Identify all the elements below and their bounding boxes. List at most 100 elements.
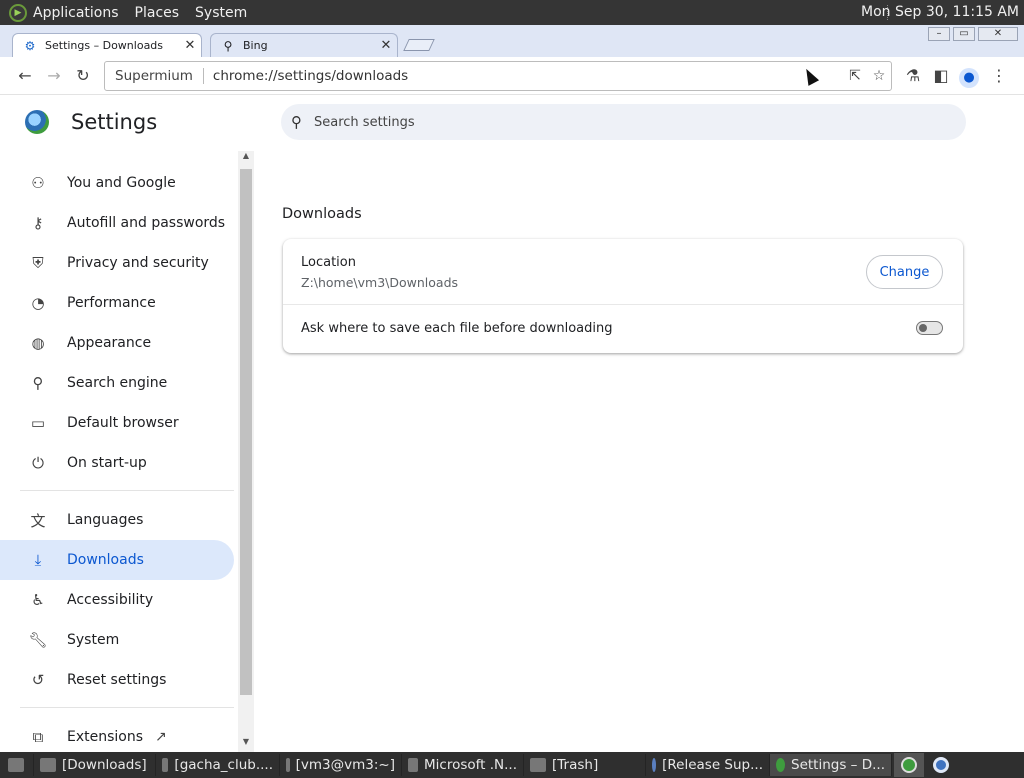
sidebar-scrollbar[interactable]: ▲ ▼ [238, 151, 254, 752]
task-microsoft-net[interactable]: Microsoft .N... [402, 754, 524, 776]
search-icon: ⚲ [291, 113, 302, 131]
sidebar-item-label: Autofill and passwords [67, 215, 226, 231]
sidebar-item-reset-settings[interactable]: ↺ Reset settings [0, 660, 234, 700]
sidebar-item-label: Downloads [67, 552, 144, 568]
folder-icon [162, 758, 169, 772]
sidebar-item-extensions[interactable]: ⧉ Extensions ↗ [0, 717, 234, 752]
task-gacha-club[interactable]: [gacha_club.... [156, 754, 280, 776]
sidebar-divider [20, 707, 234, 708]
tray-browser-icon[interactable] [926, 753, 956, 777]
show-desktop-button[interactable] [0, 754, 34, 776]
sidebar-item-label: Appearance [67, 335, 152, 351]
sidebar-item-label: Accessibility [67, 592, 154, 608]
sidebar-item-label: Extensions [67, 729, 144, 745]
accessibility-icon: ♿ [31, 591, 45, 609]
task-trash[interactable]: [Trash] [524, 754, 646, 776]
applications-logo-icon[interactable]: ▶ [9, 3, 27, 22]
menu-system[interactable]: System [195, 5, 247, 21]
palette-icon: ◍ [31, 334, 45, 352]
sidebar-item-autofill[interactable]: ⚷ Autofill and passwords [0, 203, 234, 243]
url-text[interactable]: chrome://settings/downloads [204, 68, 843, 84]
sidebar-item-appearance[interactable]: ◍ Appearance [0, 323, 234, 363]
translate-icon: 文 [30, 511, 46, 530]
new-tab-button[interactable] [403, 39, 435, 51]
close-icon[interactable]: ✕ [179, 38, 201, 53]
clock[interactable]: Mon Sep 30, 11:15 AM [861, 4, 1019, 20]
search-icon: ⚲ [32, 374, 44, 392]
card-divider [283, 304, 963, 305]
search-input[interactable]: ⚲ Search settings [281, 104, 966, 140]
tab-settings[interactable]: ⚙ Settings – Downloads ✕ [12, 33, 202, 57]
more-menu-icon[interactable]: ⋮ [988, 65, 1010, 87]
settings-main: Downloads Location Z:\home\vm3\Downloads… [260, 151, 1024, 752]
shield-icon: ⛨ [32, 254, 44, 272]
browser-window: ⚙ Settings – Downloads ✕ ⚲ Bing ✕ – ▭ ✕ … [0, 25, 1024, 752]
sidebar-item-default-browser[interactable]: ▭ Default browser [0, 403, 234, 443]
ask-where-toggle[interactable] [916, 321, 943, 335]
minimize-button[interactable]: – [928, 27, 950, 41]
forward-button[interactable]: → [43, 65, 65, 87]
installer-icon [408, 758, 418, 772]
tab-strip: ⚙ Settings – Downloads ✕ ⚲ Bing ✕ – ▭ ✕ [0, 25, 1024, 57]
gear-icon: ⚙ [24, 38, 36, 53]
power-icon: ⏻ [32, 454, 44, 472]
labs-flask-icon[interactable]: ⚗ [902, 65, 924, 87]
scrollbar-thumb[interactable] [240, 169, 252, 695]
sidebar-item-languages[interactable]: 文 Languages [0, 500, 234, 540]
browser-icon [652, 758, 657, 772]
sidebar-item-system[interactable]: 🔧︎ System [0, 620, 234, 660]
profile-avatar[interactable]: ● [958, 65, 980, 88]
share-icon[interactable]: ⇱ [843, 68, 867, 84]
address-bar[interactable]: Supermium chrome://settings/downloads ⇱ … [104, 61, 892, 91]
settings-page: Settings ⚲ Search settings ⚇ You and Goo… [0, 95, 1024, 752]
sidebar-item-performance[interactable]: ◔ Performance [0, 283, 234, 323]
scroll-down-icon[interactable]: ▼ [238, 737, 254, 751]
sidebar-item-privacy[interactable]: ⛨ Privacy and security [0, 243, 234, 283]
task-release-supermium[interactable]: [Release Sup... [646, 754, 770, 776]
downloads-card: Location Z:\home\vm3\Downloads Change As… [283, 239, 963, 353]
search-placeholder: Search settings [314, 114, 415, 130]
sidebar-item-on-startup[interactable]: ⏻ On start-up [0, 443, 234, 483]
task-label: [Downloads] [62, 757, 147, 773]
scroll-up-icon[interactable]: ▲ [238, 151, 254, 165]
wrench-icon: 🔧︎ [28, 631, 48, 649]
site-chip: Supermium [105, 68, 204, 84]
task-settings-downloads[interactable]: Settings – D... [770, 754, 892, 776]
puzzle-icon: ⧉ [32, 728, 44, 746]
task-terminal[interactable]: [vm3@vm3:~] [280, 754, 402, 776]
download-icon: ⤓ [34, 551, 42, 569]
location-label: Location [301, 255, 356, 270]
tray-supermium-icon[interactable] [894, 753, 924, 777]
task-label: Microsoft .N... [424, 757, 517, 773]
reload-button[interactable]: ↻ [72, 65, 94, 87]
settings-icon [776, 758, 786, 772]
sidebar-item-downloads[interactable]: ⤓ Downloads [0, 540, 234, 580]
sidebar-item-you-and-google[interactable]: ⚇ You and Google [0, 163, 234, 203]
section-title: Downloads [282, 206, 362, 222]
menu-applications[interactable]: Applications [33, 5, 119, 21]
task-downloads[interactable]: [Downloads] [34, 754, 156, 776]
maximize-button[interactable]: ▭ [953, 27, 975, 41]
menu-places[interactable]: Places [135, 5, 180, 21]
back-button[interactable]: ← [14, 65, 36, 87]
close-icon[interactable]: ✕ [375, 38, 397, 53]
sidebar-divider [20, 490, 234, 491]
task-label: [gacha_club.... [174, 757, 273, 773]
terminal-icon [286, 758, 290, 772]
sidebar-item-search-engine[interactable]: ⚲ Search engine [0, 363, 234, 403]
star-icon[interactable]: ☆ [867, 68, 891, 84]
key-icon: ⚷ [32, 214, 44, 232]
sidebar-item-accessibility[interactable]: ♿ Accessibility [0, 580, 234, 620]
toolbar: ← → ↻ Supermium chrome://settings/downlo… [0, 57, 1024, 95]
close-window-button[interactable]: ✕ [978, 27, 1018, 41]
page-title: Settings [71, 110, 158, 134]
side-panel-icon[interactable]: ◧ [930, 65, 952, 87]
sidebar-item-label: Reset settings [67, 672, 167, 688]
reset-icon: ↺ [31, 671, 45, 689]
browser-logo-icon [25, 110, 49, 134]
tab-label: Settings – Downloads [45, 39, 164, 52]
tab-bing[interactable]: ⚲ Bing ✕ [210, 33, 398, 57]
change-location-button[interactable]: Change [866, 255, 943, 289]
toggle-knob [919, 324, 927, 332]
folder-icon [40, 758, 56, 772]
